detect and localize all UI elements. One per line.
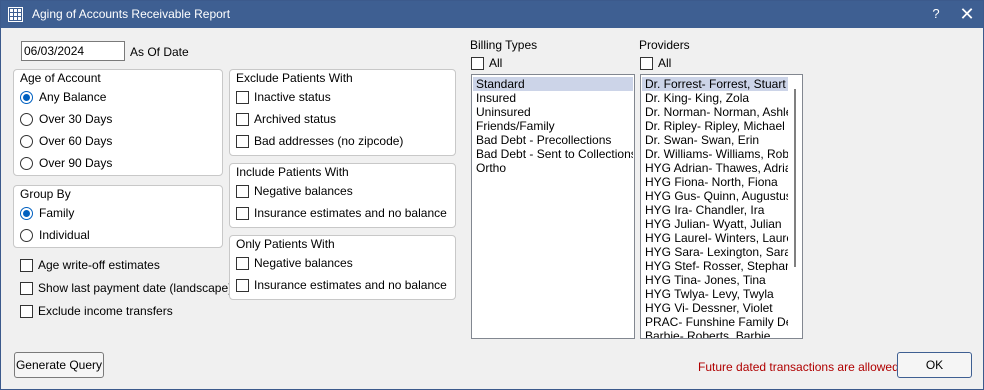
- show-last-payment-check[interactable]: Show last payment date (landscape): [20, 281, 232, 295]
- exclude-income-transfers-check[interactable]: Exclude income transfers: [20, 304, 173, 318]
- exclude-patients-title: Exclude Patients With: [236, 71, 353, 85]
- help-icon[interactable]: ?: [926, 6, 946, 24]
- age-option-30[interactable]: Over 30 Days: [20, 112, 112, 126]
- providers-label: Providers: [639, 38, 690, 52]
- include-insurance-check[interactable]: Insurance estimates and no balance: [236, 206, 447, 220]
- group-by-group: Group By Family Individual: [13, 185, 223, 248]
- exclude-archived-check[interactable]: Archived status: [236, 112, 336, 126]
- list-item[interactable]: HYG Tina- Jones, Tina: [642, 273, 788, 287]
- age-option-90[interactable]: Over 90 Days: [20, 156, 112, 170]
- checkbox-icon[interactable]: [236, 90, 249, 104]
- future-dated-note: Future dated transactions are allowed: [698, 360, 899, 374]
- generate-query-button[interactable]: Generate Query: [14, 352, 104, 378]
- list-item[interactable]: Dr. Forrest- Forrest, Stuart: [642, 77, 788, 91]
- group-by-title: Group By: [20, 187, 71, 201]
- only-insurance-check[interactable]: Insurance estimates and no balance: [236, 278, 447, 292]
- list-item[interactable]: Insured: [473, 91, 633, 105]
- only-negative-check[interactable]: Negative balances: [236, 256, 353, 270]
- checkbox-icon[interactable]: [236, 134, 249, 148]
- include-negative-check[interactable]: Negative balances: [236, 184, 353, 198]
- group-by-individual[interactable]: Individual: [20, 228, 90, 242]
- list-item[interactable]: PRAC- Funshine Family Der: [642, 315, 788, 329]
- only-patients-title: Only Patients With: [236, 237, 335, 251]
- report-window: Aging of Accounts Receivable Report ? ✕ …: [0, 0, 984, 390]
- checkbox-icon[interactable]: [471, 56, 484, 70]
- close-icon[interactable]: ✕: [956, 4, 978, 24]
- providers-all-check[interactable]: All: [640, 56, 671, 70]
- list-item[interactable]: HYG Gus- Quinn, Augustus: [642, 189, 788, 203]
- age-writeoff-check[interactable]: Age write-off estimates: [20, 258, 160, 272]
- list-item[interactable]: Bad Debt - Sent to Collections: [473, 147, 633, 161]
- list-item[interactable]: Dr. Norman- Norman, Ashley: [642, 105, 788, 119]
- radio-icon[interactable]: [20, 134, 33, 148]
- list-item[interactable]: Standard: [473, 77, 633, 91]
- checkbox-icon[interactable]: [236, 256, 249, 270]
- checkbox-icon[interactable]: [640, 56, 653, 70]
- list-item[interactable]: Dr. Williams- Williams, Robe: [642, 147, 788, 161]
- list-item[interactable]: Ortho: [473, 161, 633, 175]
- checkbox-icon[interactable]: [20, 304, 33, 318]
- group-by-family[interactable]: Family: [20, 206, 74, 220]
- checkbox-icon[interactable]: [20, 281, 33, 295]
- ok-button[interactable]: OK: [897, 352, 972, 378]
- list-item[interactable]: HYG Adrian- Thawes, Adrian: [642, 161, 788, 175]
- billing-types-all-check[interactable]: All: [471, 56, 502, 70]
- as-of-date-input[interactable]: [21, 41, 125, 61]
- list-item[interactable]: HYG Sara- Lexington, Sara: [642, 245, 788, 259]
- list-item[interactable]: Dr. King- King, Zola: [642, 91, 788, 105]
- billing-types-label: Billing Types: [470, 38, 538, 52]
- list-item[interactable]: HYG Twlya- Levy, Twyla: [642, 287, 788, 301]
- list-item[interactable]: HYG Vi- Dessner, Violet: [642, 301, 788, 315]
- list-item[interactable]: Dr. Swan- Swan, Erin: [642, 133, 788, 147]
- include-patients-group: Include Patients With Negative balances …: [229, 163, 456, 228]
- exclude-patients-group: Exclude Patients With Inactive status Ar…: [229, 69, 456, 156]
- checkbox-icon[interactable]: [236, 112, 249, 126]
- list-item[interactable]: HYG Ira- Chandler, Ira: [642, 203, 788, 217]
- age-of-account-title: Age of Account: [20, 71, 101, 85]
- checkbox-icon[interactable]: [236, 278, 249, 292]
- exclude-bad-address-check[interactable]: Bad addresses (no zipcode): [236, 134, 403, 148]
- list-item[interactable]: Dr. Ripley- Ripley, Michael: [642, 119, 788, 133]
- radio-icon[interactable]: [20, 156, 33, 170]
- title-bar: Aging of Accounts Receivable Report ? ✕: [1, 1, 983, 28]
- checkbox-icon[interactable]: [20, 258, 33, 272]
- age-option-any[interactable]: Any Balance: [20, 90, 106, 104]
- list-item[interactable]: Barbie- Roberts, Barbie: [642, 329, 788, 338]
- only-patients-group: Only Patients With Negative balances Ins…: [229, 235, 456, 300]
- list-item[interactable]: Friends/Family: [473, 119, 633, 133]
- providers-list[interactable]: Dr. Forrest- Forrest, Stuart Dr. King- K…: [640, 74, 803, 339]
- radio-selected-icon[interactable]: [20, 206, 33, 220]
- providers-scrollbar[interactable]: [788, 75, 802, 338]
- checkbox-icon[interactable]: [236, 184, 249, 198]
- age-of-account-group: Age of Account Any Balance Over 30 Days …: [13, 69, 223, 176]
- list-item[interactable]: Bad Debt - Precollections: [473, 133, 633, 147]
- radio-selected-icon[interactable]: [20, 90, 33, 104]
- include-patients-title: Include Patients With: [236, 165, 349, 179]
- radio-icon[interactable]: [20, 112, 33, 126]
- exclude-inactive-check[interactable]: Inactive status: [236, 90, 331, 104]
- list-item[interactable]: HYG Laurel- Winters, Laurel: [642, 231, 788, 245]
- radio-icon[interactable]: [20, 228, 33, 242]
- window-title: Aging of Accounts Receivable Report: [32, 7, 231, 21]
- as-of-date-label: As Of Date: [130, 45, 189, 59]
- scroll-thumb[interactable]: [794, 89, 796, 267]
- list-item[interactable]: HYG Julian- Wyatt, Julian: [642, 217, 788, 231]
- list-item[interactable]: Uninsured: [473, 105, 633, 119]
- billing-types-list[interactable]: Standard Insured Uninsured Friends/Famil…: [471, 74, 635, 339]
- checkbox-icon[interactable]: [236, 206, 249, 220]
- list-item[interactable]: HYG Stef- Rosser, Stephanie: [642, 259, 788, 273]
- app-grid-icon: [8, 7, 23, 22]
- list-item[interactable]: HYG Fiona- North, Fiona: [642, 175, 788, 189]
- age-option-60[interactable]: Over 60 Days: [20, 134, 112, 148]
